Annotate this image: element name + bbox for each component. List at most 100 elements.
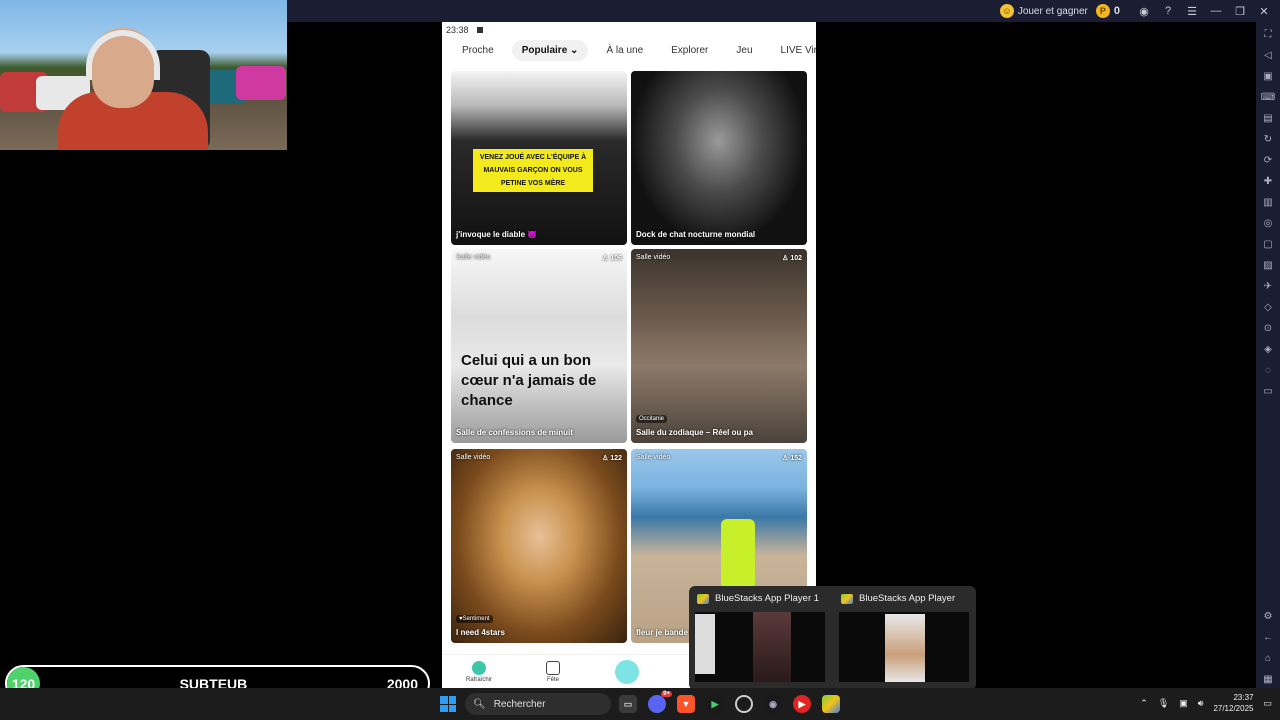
coin-balance[interactable]: P 0 [1095,4,1120,18]
sync-icon[interactable]: ◌ [1260,362,1276,379]
streamlabs-icon[interactable]: ▶ [706,695,724,713]
fullscreen-icon[interactable]: ⛶ [1260,26,1276,43]
card-listener-count: ♙ 152 [782,455,802,462]
multi-instance-icon[interactable]: ▭ [1260,383,1276,400]
card-title: I need 4stars [456,628,505,637]
card-mood-label: Sentiment [462,616,490,622]
card-listener-count: ♙ 122 [602,455,622,462]
room-card[interactable]: Salle vidéo ♙ 102 Occitanie Salle du zod… [631,249,807,443]
restore-icon[interactable]: ❐ [1232,3,1248,19]
windows-taskbar: 🔍︎ Rechercher ▭ 9+ ▼ ▶ ◉ ▶ ⌃ 🎙︎ ▣ 🔊︎ 23:… [0,688,1280,720]
task-view-icon[interactable]: ▭ [619,695,637,713]
notifications-icon[interactable]: ▭ [1263,698,1272,709]
microphone-icon[interactable]: 🎙︎ [1158,698,1169,709]
system-tray: ⌃ 🎙︎ ▣ 🔊︎ 23:37 27/12/2025 ▭ [1140,692,1272,714]
home-icon[interactable]: ⌂ [1260,650,1276,667]
room-card[interactable]: Salle vidéo ♙ 122 ♥Sentiment I need 4sta… [451,449,627,643]
windows-logo-tile [440,704,448,712]
nav-create[interactable] [590,659,664,684]
room-card[interactable]: Salle vidéo ♙ 106 Celui qui a un bon cœu… [451,249,627,443]
bluestacks-logo [841,593,853,604]
refresh-icon [472,660,486,675]
headset [86,30,160,80]
screenshot-icon[interactable]: ◎ [1260,215,1276,232]
brave-browser-icon[interactable]: ▼ [677,695,695,713]
airplane-icon[interactable]: ✈ [1260,278,1276,295]
play-and-earn-label: Jouer et gagner [1017,5,1088,17]
eraser-icon[interactable]: ◇ [1260,299,1276,316]
create-room-icon [615,659,639,684]
clock-time: 23:37 [1233,693,1254,702]
game-controller-icon: ☺ [999,4,1014,18]
nav-party[interactable]: Fête [516,660,590,683]
room-card[interactable]: Dock de chat nocturne mondial [631,71,807,245]
preview-title: BlueStacks App Player 1 [715,593,820,604]
room-card[interactable]: VENEZ JOUÉ AVEC L'ÉQUIPE À MAUVAIS GARÇO… [451,71,627,245]
tab-a-la-une[interactable]: À la une [596,40,653,61]
recent-apps-icon[interactable]: ▦ [1260,671,1276,688]
status-time: 23:38 [446,25,469,35]
keyboard-icon[interactable]: ⌨ [1260,89,1276,106]
performance-icon[interactable]: ▥ [1260,194,1276,211]
layers-icon[interactable]: ◈ [1260,341,1276,358]
card-listener-count: ♙ 102 [782,255,802,262]
speaker-icon[interactable]: 🔊︎ [1198,698,1204,709]
start-button[interactable] [440,696,456,712]
obs-icon[interactable] [735,695,753,713]
card-quote: Celui qui a un bon cœur n'a jamais de ch… [461,352,597,409]
tab-explorer[interactable]: Explorer [661,40,718,61]
card-count-value: 122 [610,455,622,462]
gamepad-icon[interactable]: ✚ [1260,173,1276,190]
volume-icon[interactable]: ◁ [1260,47,1276,64]
card-banner-text: VENEZ JOUÉ AVEC L'ÉQUIPE À MAUVAIS GARÇO… [473,149,593,192]
search-placeholder: Rechercher [493,698,546,710]
preview-thumbnail [695,612,825,682]
card-count-value: 102 [790,255,802,262]
bluestacks-icon[interactable] [822,695,840,713]
tab-populaire[interactable]: Populaire ⌄ [511,39,589,61]
minimize-icon[interactable]: — [1208,3,1224,19]
settings-icon[interactable]: ⚙ [1260,608,1276,625]
tab-live-virtuel[interactable]: LIVE Virtuel [771,40,816,61]
rotate-icon[interactable]: ↻ [1260,131,1276,148]
menu-icon[interactable]: ☰ [1184,3,1200,19]
tab-proche[interactable]: Proche [452,40,504,61]
clock-date: 27/12/2025 [1213,704,1254,713]
card-region-badge: Occitanie [636,415,668,423]
preview-title-row: BlueStacks App Player [841,593,955,604]
discord-badge: 9+ [661,691,672,697]
account-icon[interactable]: ◉ [1136,3,1152,19]
media-icon[interactable]: ▣ [1260,68,1276,85]
record-icon[interactable]: ▢ [1260,236,1276,253]
taskbar-search[interactable]: 🔍︎ Rechercher [465,693,611,715]
card-title: j'invoque le diable 😈 [456,230,538,239]
network-icon[interactable]: ▣ [1179,698,1188,709]
gallery-icon[interactable]: ▨ [1260,257,1276,274]
taskbar-window-preview: BlueStacks App Player 1 BlueStacks App P… [689,586,976,690]
play-and-earn-button[interactable]: ☺ Jouer et gagner [999,4,1088,18]
status-bar: 23:38 [442,22,816,38]
preview-window-2[interactable]: BlueStacks App Player [833,586,973,686]
close-icon[interactable]: ✕ [1256,3,1272,19]
preview-window-1[interactable]: BlueStacks App Player 1 [689,586,829,686]
background-car [236,66,286,100]
apk-icon[interactable]: ▤ [1260,110,1276,127]
coin-icon: P [1095,4,1110,18]
tab-jeu[interactable]: Jeu [726,40,762,61]
youtube-icon[interactable]: ▶ [793,695,811,713]
discord-icon[interactable]: 9+ [648,691,672,713]
card-count-value: 106 [610,255,622,262]
search-icon: 🔍︎ [473,698,486,710]
bluestacks-logo [697,593,709,604]
steam-icon[interactable]: ◉ [764,695,782,713]
taskbar-clock[interactable]: 23:37 27/12/2025 [1213,692,1253,714]
coin-count: 0 [1113,5,1120,17]
chevron-up-icon[interactable]: ⌃ [1140,698,1148,709]
notification-icon [476,27,483,33]
location-icon[interactable]: ⊙ [1260,320,1276,337]
macro-icon[interactable]: ⟳ [1260,152,1276,169]
windows-logo-tile [448,704,456,712]
back-icon[interactable]: ← [1260,629,1276,646]
help-icon[interactable]: ? [1160,3,1176,19]
nav-refresh[interactable]: Rafraîchir [442,660,516,683]
